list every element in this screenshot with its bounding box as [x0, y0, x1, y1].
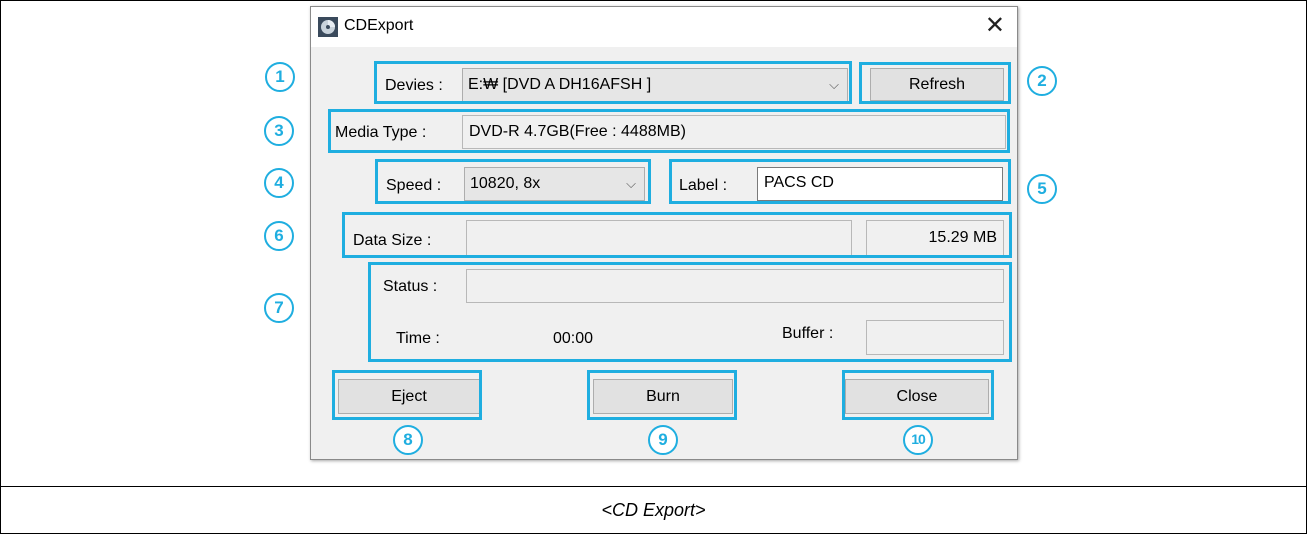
- refresh-button[interactable]: Refresh: [870, 68, 1004, 101]
- marker-10: 10: [903, 425, 933, 455]
- media-type-field: DVD-R 4.7GB(Free : 4488MB): [462, 115, 1006, 149]
- buffer-field: [866, 320, 1004, 355]
- chevron-down-icon: ⌵: [829, 77, 839, 92]
- marker-5: 5: [1027, 174, 1057, 204]
- status-field: [466, 269, 1004, 303]
- figure-caption: <CD Export>: [601, 500, 706, 520]
- label-caption: Label :: [679, 177, 728, 194]
- marker-4: 4: [264, 168, 294, 198]
- speed-select[interactable]: 10820, 8x ⌵: [464, 167, 645, 201]
- speed-label: Speed :: [386, 177, 442, 194]
- marker-6: 6: [264, 221, 294, 251]
- title-bar: CDExport ✕: [311, 7, 1017, 47]
- cdexport-dialog: CDExport ✕ Devies : E:₩ [DVD A DH16AFSH …: [310, 6, 1018, 460]
- marker-2: 2: [1027, 66, 1057, 96]
- marker-8: 8: [393, 425, 423, 455]
- marker-7: 7: [264, 293, 294, 323]
- data-size-progress: [466, 220, 852, 256]
- marker-1: 1: [265, 62, 295, 92]
- chevron-down-icon: ⌵: [626, 176, 636, 191]
- devices-value: E:₩ [DVD A DH16AFSH ]: [468, 76, 652, 93]
- devices-select[interactable]: E:₩ [DVD A DH16AFSH ] ⌵: [462, 68, 848, 102]
- cd-icon: [318, 17, 338, 37]
- time-value: 00:00: [553, 330, 594, 347]
- speed-value: 10820, 8x: [470, 175, 541, 192]
- media-type-label: Media Type :: [335, 124, 427, 141]
- devices-label: Devies :: [385, 77, 443, 94]
- buffer-label: Buffer :: [782, 325, 834, 342]
- status-label: Status :: [383, 278, 438, 295]
- close-icon[interactable]: ✕: [985, 13, 1005, 39]
- window-title: CDExport: [344, 17, 414, 34]
- data-size-value: 15.29 MB: [866, 220, 1004, 256]
- eject-button[interactable]: Eject: [338, 379, 480, 414]
- burn-button[interactable]: Burn: [593, 379, 733, 414]
- marker-9: 9: [648, 425, 678, 455]
- time-label: Time :: [396, 330, 440, 347]
- close-button[interactable]: Close: [845, 379, 989, 414]
- data-size-label: Data Size :: [353, 232, 432, 249]
- label-input[interactable]: PACS CD: [757, 167, 1003, 201]
- marker-3: 3: [264, 116, 294, 146]
